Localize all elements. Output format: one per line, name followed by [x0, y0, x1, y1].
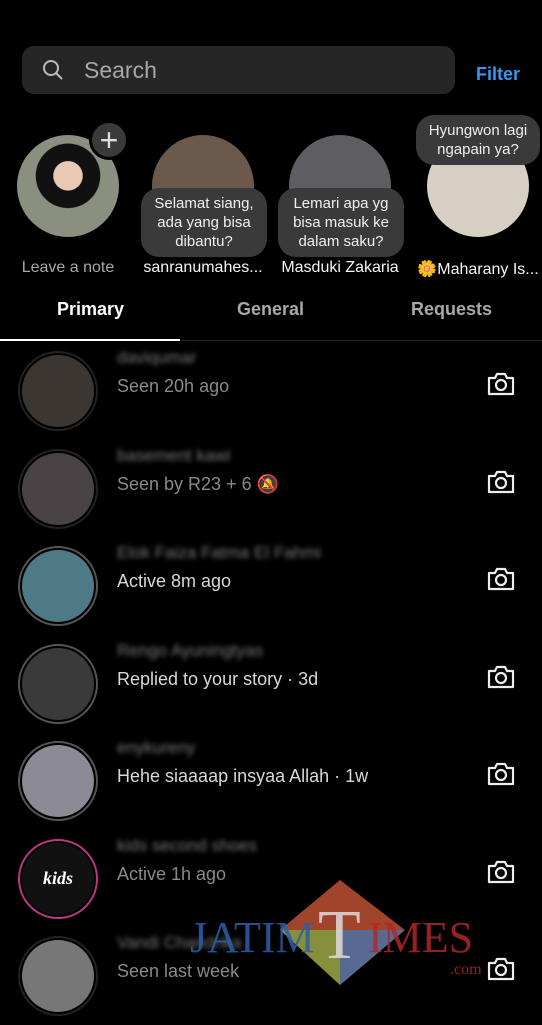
plus-icon: +	[99, 121, 119, 158]
camera-icon[interactable]	[486, 566, 516, 597]
muted-icon: 🔕	[256, 473, 280, 494]
chat-name: enykureny	[117, 738, 196, 757]
chat-row[interactable]: Rengo Ayuningtyas Replied to your story …	[0, 635, 542, 733]
camera-icon[interactable]	[486, 371, 516, 402]
search-icon	[43, 60, 63, 80]
avatar	[22, 355, 94, 427]
tab-general[interactable]: General	[180, 299, 361, 320]
chat-name: Rengo Ayuningtyas	[117, 640, 264, 660]
chat-status: Seen 20h ago	[117, 376, 229, 397]
camera-icon[interactable]	[486, 664, 516, 695]
chat-status-text: Active 8m ago	[117, 571, 232, 591]
avatar	[22, 647, 94, 720]
note-bubble: Lemari apa yg bisa masuk ke dalam saku?	[278, 188, 404, 257]
chat-row[interactable]: daviqumar Seen 20h ago	[0, 342, 542, 440]
note-name: Masduki Zakaria	[281, 259, 399, 276]
chat-status: Seen by R23 + 6 🔕	[117, 474, 279, 495]
chat-status-text: Hehe siaaaap insyaa Allah · 1w	[117, 766, 369, 786]
svg-text:.com: .com	[450, 961, 482, 978]
chat-status-text: Replied to your story · 3d	[117, 668, 319, 689]
chat-status-text: Seen by R23 + 6	[117, 473, 252, 494]
chat-status-text: Seen 20h ago	[117, 376, 230, 396]
chat-row[interactable]: basement kawi Seen by R23 + 6 🔕	[0, 440, 542, 538]
camera-icon[interactable]	[486, 761, 516, 792]
chat-name: Elok Faiza Fatma El Fahmi	[117, 543, 322, 562]
tab-indicator	[0, 339, 180, 341]
avatar: kids	[22, 842, 94, 915]
note-bubble: Selamat siang, ada yang bisa dibantu?	[141, 188, 267, 257]
chat-name: basement kawi	[117, 445, 231, 465]
search-input[interactable]: Search	[84, 57, 157, 84]
chat-row[interactable]: enykureny Hehe siaaaap insyaa Allah · 1w	[0, 732, 542, 830]
note-name: Leave a note	[21, 259, 115, 276]
camera-icon[interactable]	[486, 469, 516, 500]
chat-status: Active 8m ago	[117, 571, 231, 592]
chat-status: Replied to your story · 3d	[117, 669, 318, 690]
chat-name: daviqumar	[117, 348, 197, 367]
svg-text:IMES: IMES	[368, 913, 473, 962]
avatar-logo-text: kids	[42, 868, 73, 888]
filter-button[interactable]: Filter	[476, 64, 520, 85]
tab-requests[interactable]: Requests	[361, 299, 542, 320]
tab-primary[interactable]: Primary	[0, 299, 181, 320]
avatar	[22, 550, 94, 622]
search-bar[interactable]: Search	[22, 46, 455, 94]
avatar	[22, 940, 94, 1012]
note-name: 🌼Maharany Is...	[417, 261, 539, 278]
svg-text:T: T	[318, 897, 361, 974]
chat-name: kids second shoes	[117, 835, 257, 855]
avatar	[22, 452, 94, 525]
note-bubble: Hyungwon lagi ngapain ya?	[416, 115, 540, 165]
chat-row[interactable]: Elok Faiza Fatma El Fahmi Active 8m ago	[0, 537, 542, 635]
note-name: sanranumahes...	[143, 259, 263, 276]
avatar	[22, 745, 94, 817]
svg-text:JATIM: JATIM	[190, 913, 315, 962]
chat-status: Hehe siaaaap insyaa Allah · 1w	[117, 766, 368, 787]
watermark-logo: JATIM T IMES .com	[190, 880, 482, 985]
add-note-button[interactable]: +	[89, 120, 129, 160]
